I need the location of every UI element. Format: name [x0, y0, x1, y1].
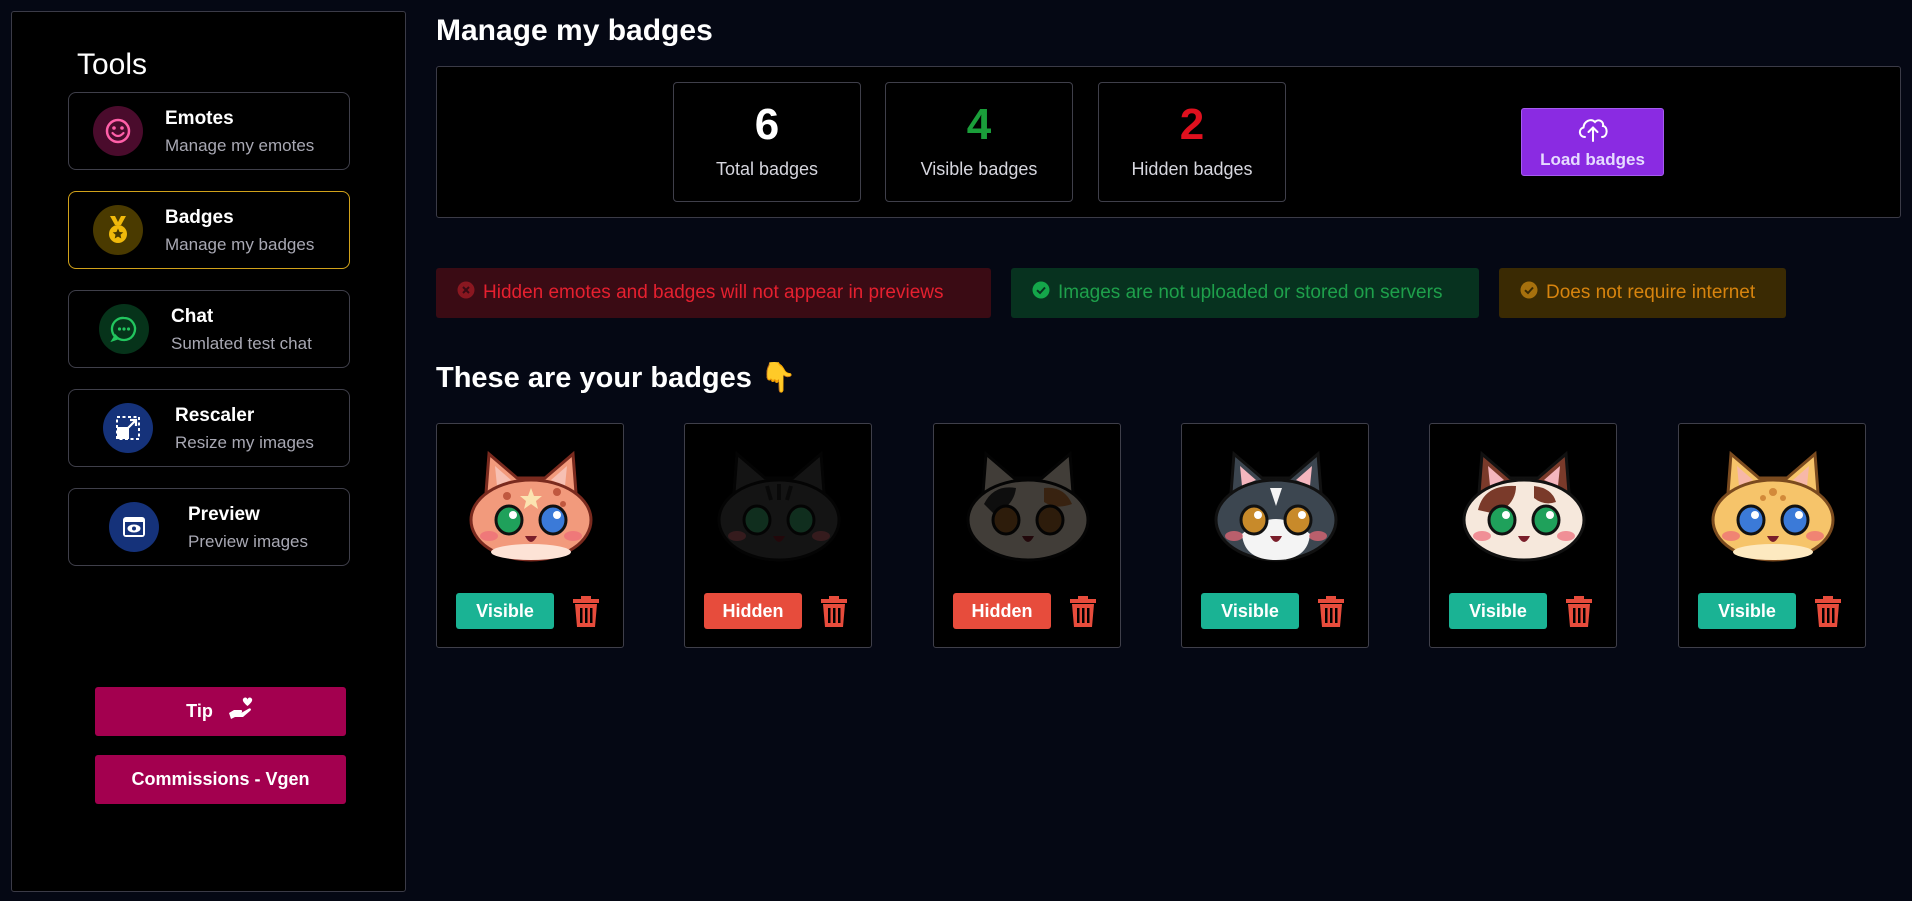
hidden-warning-text: Hidden emotes and badges will not appear… [483, 282, 944, 303]
visible-badges-label: Visible badges [920, 159, 1038, 179]
hidden-badges-count: 2 [1179, 100, 1205, 149]
error-circle-icon [457, 281, 475, 305]
sidebar-item-preview[interactable]: Preview Preview images [68, 488, 350, 566]
sidebar-item-rescaler[interactable]: Rescaler Resize my images [68, 389, 350, 467]
resize-icon [103, 403, 153, 453]
gray-white-cat-badge-image [1214, 450, 1338, 562]
sidebar-item-label: Chat [171, 306, 214, 327]
preview-eye-icon [109, 502, 159, 552]
visibility-toggle-button[interactable]: Visible [1698, 593, 1796, 629]
visibility-toggle-button[interactable]: Visible [1449, 593, 1547, 629]
medal-icon [93, 205, 143, 255]
privacy-notice: Images are not uploaded or stored on ser… [1011, 268, 1479, 318]
sidebar-item-badges[interactable]: Badges Manage my badges [68, 191, 350, 269]
sidebar-title: Tools [77, 48, 148, 81]
total-badges-label: Total badges [715, 159, 819, 179]
load-badges-label: Load badges [1540, 149, 1645, 169]
sidebar: Tools Emotes Manage my emotes Badges Man… [11, 11, 406, 892]
visibility-toggle-button[interactable]: Visible [1201, 593, 1299, 629]
sidebar-item-label: Emotes [165, 108, 234, 129]
badge-card: Visible [1429, 423, 1617, 648]
sidebar-item-sub: Sumlated test chat [171, 334, 312, 353]
hidden-badges-card: 2 Hidden badges [1098, 82, 1286, 202]
visibility-toggle-button[interactable]: Hidden [953, 593, 1051, 629]
visible-badges-card: 4 Visible badges [885, 82, 1073, 202]
visible-badges-count: 4 [966, 100, 992, 149]
badge-card: Hidden [933, 423, 1121, 648]
check-circle-icon [1520, 281, 1538, 305]
badge-card: Hidden [684, 423, 872, 648]
cloud-upload-icon [1576, 115, 1610, 148]
trash-icon[interactable] [1318, 596, 1344, 627]
trash-icon[interactable] [1815, 596, 1841, 627]
load-badges-button[interactable]: Load badges [1521, 108, 1664, 176]
trash-icon[interactable] [573, 596, 599, 627]
tip-button-label: Tip [186, 701, 213, 721]
offline-notice: Does not require internet [1499, 268, 1786, 318]
chat-bubble-icon [99, 304, 149, 354]
visibility-toggle-button[interactable]: Visible [456, 593, 554, 629]
commissions-button[interactable]: Commissions - Vgen [95, 755, 346, 804]
donate-hand-icon [227, 696, 255, 727]
sidebar-item-label: Preview [188, 504, 260, 525]
trash-icon[interactable] [1070, 596, 1096, 627]
brown-white-cat-badge-image [1462, 450, 1586, 562]
commissions-button-label: Commissions - Vgen [131, 769, 310, 789]
sidebar-item-label: Rescaler [175, 405, 255, 426]
check-circle-icon [1032, 281, 1050, 305]
sidebar-item-sub: Manage my badges [165, 235, 315, 254]
trash-icon[interactable] [821, 596, 847, 627]
sidebar-item-sub: Preview images [188, 532, 308, 551]
total-badges-count: 6 [754, 100, 780, 149]
privacy-notice-text: Images are not uploaded or stored on ser… [1058, 282, 1443, 303]
visibility-toggle-button[interactable]: Hidden [704, 593, 802, 629]
calico-cat-badge-image [966, 450, 1090, 562]
sidebar-item-sub: Manage my emotes [165, 136, 315, 155]
trash-icon[interactable] [1566, 596, 1592, 627]
sidebar-item-sub: Resize my images [175, 433, 314, 452]
hidden-badges-label: Hidden badges [1131, 159, 1253, 179]
page-title: Manage my badges [436, 14, 713, 47]
hidden-warning-notice: Hidden emotes and badges will not appear… [436, 268, 991, 318]
badges-section-title: These are your badges 👇 [436, 362, 797, 394]
tip-button[interactable]: Tip [95, 687, 346, 736]
badge-card: Visible [1181, 423, 1369, 648]
badge-card: Visible [1678, 423, 1866, 648]
sidebar-item-emotes[interactable]: Emotes Manage my emotes [68, 92, 350, 170]
badge-card: Visible [436, 423, 624, 648]
offline-notice-text: Does not require internet [1546, 282, 1756, 303]
smiley-icon [93, 106, 143, 156]
total-badges-card: 6 Total badges [673, 82, 861, 202]
stats-panel: 6 Total badges 4 Visible badges 2 Hidden… [436, 66, 1901, 218]
orange-spotted-cat-badge-image [469, 450, 593, 562]
yellow-cat-badge-image [1711, 450, 1835, 562]
black-tabby-cat-badge-image [717, 450, 841, 562]
sidebar-item-chat[interactable]: Chat Sumlated test chat [68, 290, 350, 368]
sidebar-item-label: Badges [165, 207, 234, 228]
